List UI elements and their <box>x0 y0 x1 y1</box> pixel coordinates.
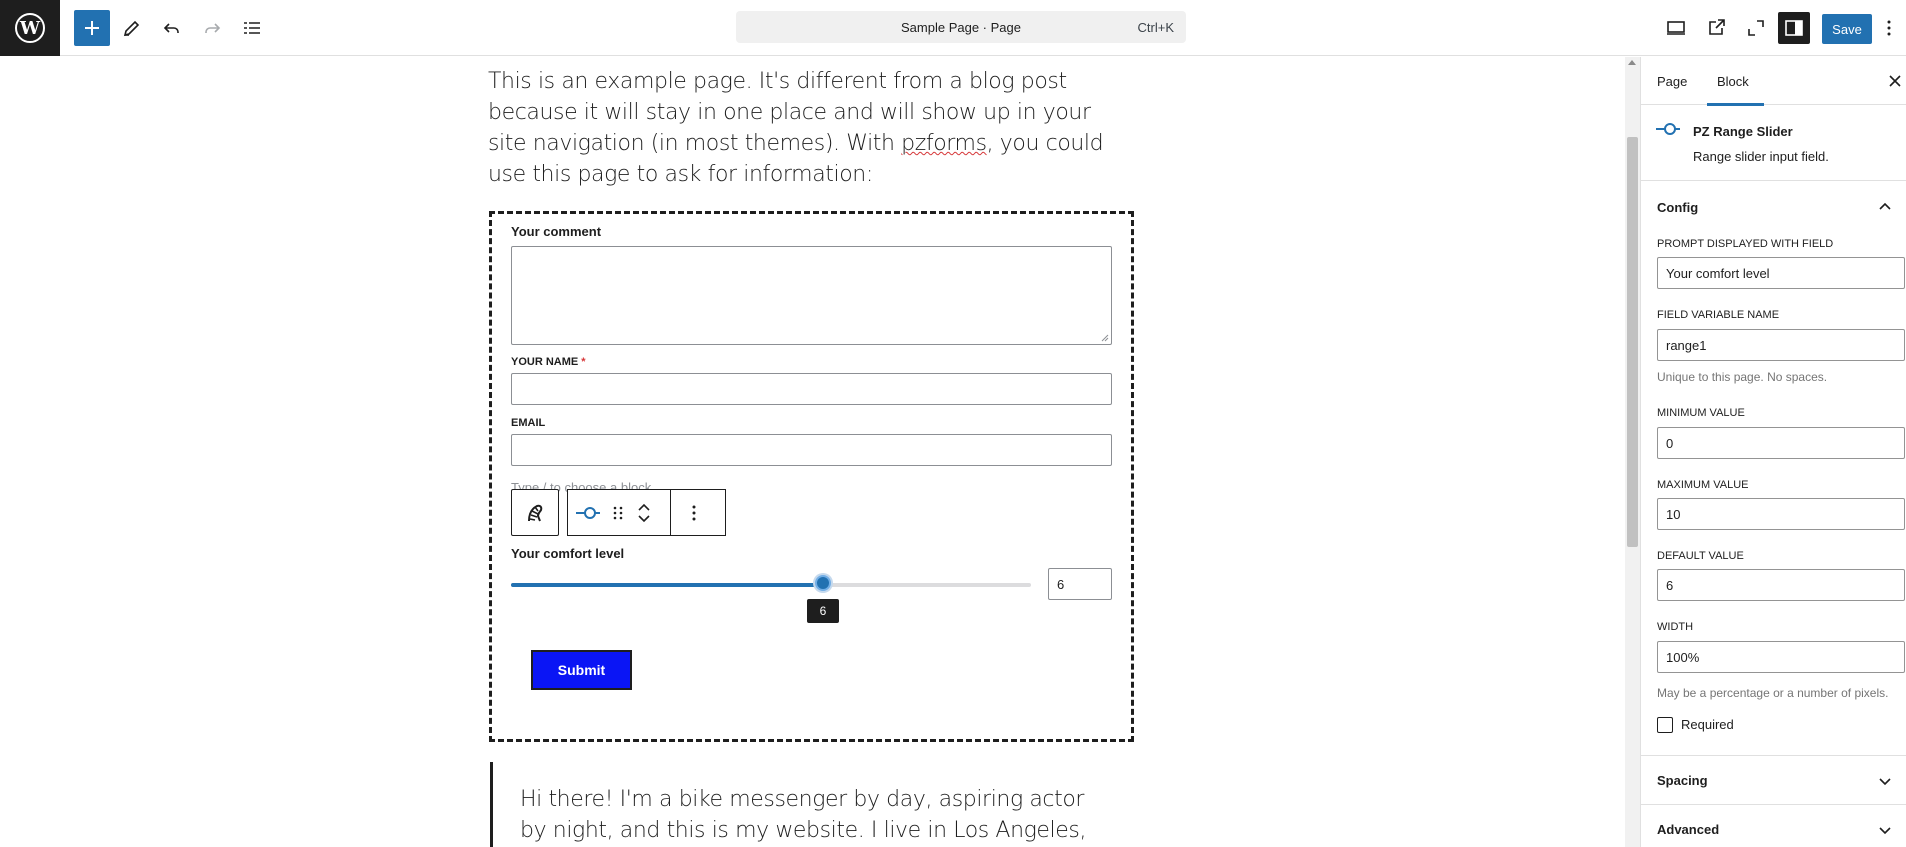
expand-icon <box>1748 20 1764 36</box>
name-input[interactable] <box>511 373 1112 405</box>
tab-page[interactable]: Page <box>1657 57 1687 105</box>
min-value-input[interactable]: 0 <box>1657 427 1905 459</box>
range-slider-icon <box>1656 123 1680 135</box>
slider-number-input[interactable]: 6 <box>1048 568 1112 600</box>
list-view-icon <box>244 22 260 34</box>
required-checkbox[interactable] <box>1657 717 1673 733</box>
document-overview-button[interactable] <box>234 10 270 46</box>
drag-handle-icon <box>613 506 623 519</box>
slider-prompt-label: Your comfort level <box>511 546 625 561</box>
pencil-icon <box>123 20 140 37</box>
chevron-down-icon <box>1879 778 1891 786</box>
intro-paragraph[interactable]: This is an example page. It's different … <box>488 66 1128 190</box>
drag-handle[interactable] <box>608 490 628 535</box>
config-panel-title: Config <box>1657 199 1699 215</box>
scroll-up-icon[interactable] <box>1628 60 1636 65</box>
editor-header: W Sample Page · Page Ctrl+K Save <box>0 0 1906 56</box>
advanced-panel-title: Advanced <box>1657 822 1720 837</box>
scrollbar-thumb[interactable] <box>1627 137 1638 547</box>
redo-button[interactable] <box>194 10 230 46</box>
document-title: Sample Page · Page <box>901 19 1021 35</box>
sidebar-tabs: Page Block <box>1641 57 1906 106</box>
external-link-icon <box>1709 19 1725 35</box>
variable-name-input[interactable]: range1 <box>1657 329 1905 361</box>
slider-track-filled <box>511 583 823 587</box>
name-label-text: YOUR NAME <box>511 356 579 368</box>
undo-icon <box>163 23 179 33</box>
required-asterisk: * <box>581 356 586 368</box>
more-vertical-icon <box>1887 20 1891 36</box>
block-toolbar <box>511 489 726 536</box>
add-block-button[interactable] <box>74 10 110 46</box>
resize-handle-icon[interactable] <box>1101 334 1109 342</box>
plus-icon <box>85 21 99 35</box>
block-card <box>1641 106 1906 181</box>
advanced-panel-toggle[interactable]: Advanced <box>1641 805 1906 847</box>
move-down-icon[interactable] <box>636 513 652 525</box>
more-vertical-icon <box>692 505 696 520</box>
max-value-label: MAXIMUM VALUE <box>1657 479 1749 491</box>
default-value-label: DEFAULT VALUE <box>1657 550 1744 562</box>
name-label: YOUR NAME * <box>511 356 586 368</box>
email-input[interactable] <box>511 434 1112 466</box>
sidebar-icon <box>1785 20 1803 36</box>
email-label: EMAIL <box>511 417 546 429</box>
spacing-panel-toggle[interactable]: Spacing <box>1641 755 1906 805</box>
width-label: WIDTH <box>1657 621 1694 633</box>
block-description: Range slider input field. <box>1693 149 1829 164</box>
variable-name-label: FIELD VARIABLE NAME <box>1657 309 1780 321</box>
close-sidebar-button[interactable] <box>1885 71 1905 91</box>
quote-block[interactable]: Hi there! I'm a bike messenger by day, a… <box>490 762 1110 847</box>
block-title: PZ Range Slider <box>1693 124 1793 139</box>
view-page-button[interactable] <box>1698 10 1734 46</box>
canvas-scrollbar[interactable] <box>1625 57 1640 847</box>
block-type-switcher[interactable] <box>568 490 608 535</box>
zebra-icon <box>528 504 543 521</box>
min-value-label: MINIMUM VALUE <box>1657 407 1745 419</box>
default-value-input[interactable]: 6 <box>1657 569 1905 601</box>
desktop-icon <box>1667 21 1685 35</box>
prompt-input[interactable]: Your comfort level <box>1657 257 1905 289</box>
variable-name-help: Unique to this page. No spaces. <box>1657 370 1828 384</box>
prompt-field-label: PROMPT DISPLAYED WITH FIELD <box>1657 238 1834 250</box>
spacing-panel-title: Spacing <box>1657 772 1708 788</box>
settings-toggle-button[interactable] <box>1778 12 1810 44</box>
block-options-button[interactable] <box>671 490 717 535</box>
move-buttons <box>628 490 660 535</box>
shortcut-hint: Ctrl+K <box>1137 19 1174 35</box>
slider-thumb[interactable] <box>815 575 831 591</box>
submit-button[interactable]: Submit <box>531 650 632 690</box>
range-slider-icon <box>576 506 600 519</box>
max-value-input[interactable]: 10 <box>1657 498 1905 530</box>
block-controls <box>567 489 726 536</box>
width-input[interactable]: 100% <box>1657 641 1905 673</box>
chevron-up-icon <box>1879 202 1891 210</box>
config-panel-toggle[interactable]: Config <box>1641 182 1906 232</box>
width-help: May be a percentage or a number of pixel… <box>1657 686 1889 700</box>
settings-sidebar: Page Block PZ Range Slider Range slider … <box>1640 57 1906 847</box>
command-palette-button[interactable]: Sample Page · Page Ctrl+K <box>736 11 1186 43</box>
options-menu-button[interactable] <box>1876 10 1902 46</box>
tools-button[interactable] <box>114 10 150 46</box>
comment-label: Your comment <box>511 224 602 239</box>
tab-block[interactable]: Block <box>1707 57 1764 106</box>
undo-button[interactable] <box>154 10 190 46</box>
wordpress-logo-icon[interactable]: W <box>0 0 60 56</box>
svg-text:W: W <box>19 18 41 39</box>
redo-icon <box>205 23 221 33</box>
preview-device-button[interactable] <box>1658 10 1694 46</box>
save-button[interactable]: Save <box>1822 14 1872 44</box>
intro-spellcheck-word: pzforms <box>901 131 987 156</box>
parent-block-selector[interactable] <box>511 489 559 536</box>
fullscreen-button[interactable] <box>1738 10 1774 46</box>
chevron-down-icon <box>1879 827 1891 835</box>
comment-textarea[interactable] <box>511 246 1112 345</box>
close-icon <box>1889 75 1901 87</box>
move-up-icon[interactable] <box>636 501 652 513</box>
required-checkbox-label: Required <box>1681 717 1734 732</box>
slider-value-tooltip: 6 <box>807 599 839 623</box>
